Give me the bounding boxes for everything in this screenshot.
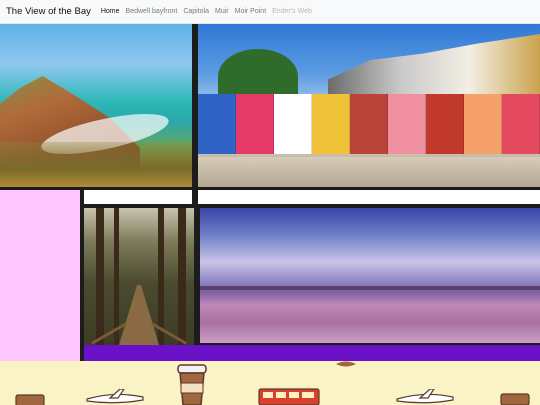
seawall-shape xyxy=(198,157,540,187)
forest-path-photo xyxy=(84,208,194,345)
house xyxy=(312,94,350,154)
house xyxy=(426,94,464,154)
house xyxy=(274,94,312,154)
pink-block xyxy=(0,190,80,361)
airplane-icon xyxy=(86,389,144,404)
house-row xyxy=(198,94,540,154)
house xyxy=(198,94,236,154)
tree-trunk xyxy=(178,208,186,345)
house xyxy=(388,94,426,154)
hillside-buildings xyxy=(328,34,540,99)
white-spacer xyxy=(84,190,192,204)
nav-link-muir[interactable]: Muir xyxy=(215,8,229,15)
pink-lake-photo xyxy=(200,208,540,343)
nav-link-bedwell-bayfront[interactable]: Bedwell bayfront xyxy=(126,8,178,15)
tree-trunk xyxy=(96,208,104,345)
boardwalk-path xyxy=(119,285,159,345)
nav-link-home[interactable]: Home xyxy=(101,8,120,15)
bus-icon xyxy=(258,388,320,405)
book-icon xyxy=(15,394,45,405)
airplane-icon xyxy=(396,389,454,404)
coastal-cliffs-photo xyxy=(0,24,192,187)
purple-bar xyxy=(84,345,540,361)
colorful-houses-photo xyxy=(198,24,540,187)
shoreline xyxy=(200,286,540,290)
house xyxy=(236,94,274,154)
photo-grid xyxy=(0,24,540,361)
nav-link-moir-point[interactable]: Moir Point xyxy=(235,8,267,15)
house xyxy=(350,94,388,154)
navbar: The View of the Bay Home Bedwell bayfron… xyxy=(0,0,540,24)
leaf-icon xyxy=(336,361,356,367)
house xyxy=(464,94,502,154)
coffee-cup-icon xyxy=(177,364,207,405)
footer-pattern xyxy=(0,361,540,405)
site-brand[interactable]: The View of the Bay xyxy=(6,6,91,17)
tree-trunk xyxy=(114,208,119,345)
nav-link-enders-web: Ender's Web xyxy=(272,8,312,15)
wildflowers-shape xyxy=(0,142,192,187)
suitcase-icon xyxy=(500,393,530,405)
tree-trunk xyxy=(158,208,164,345)
nav-link-capitola[interactable]: Capitola xyxy=(183,8,209,15)
house xyxy=(502,94,540,154)
white-spacer xyxy=(198,190,540,204)
